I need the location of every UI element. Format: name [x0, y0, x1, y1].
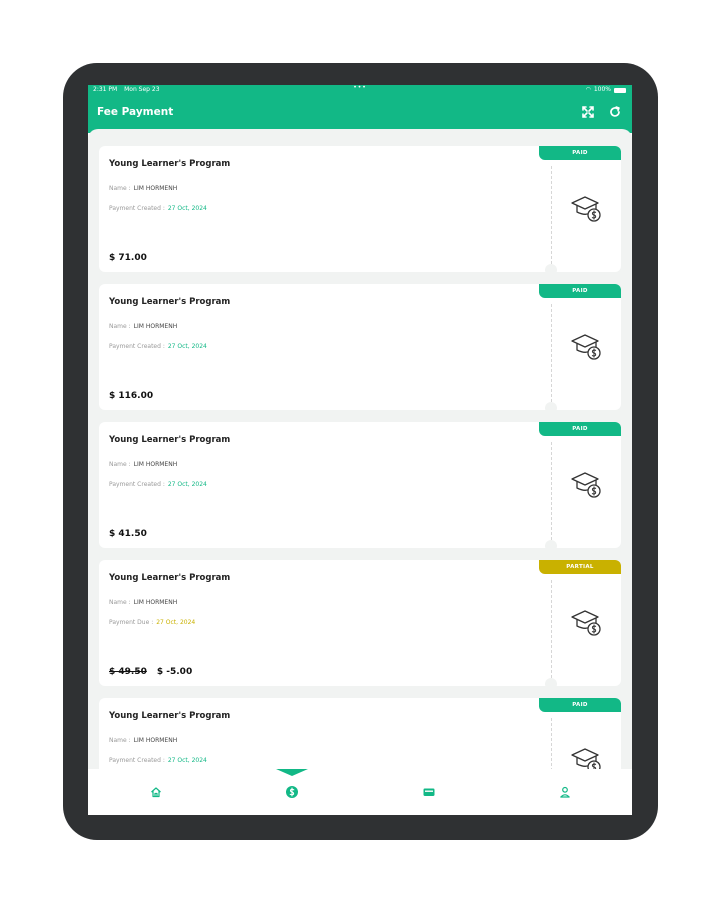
battery-percent: 100% — [593, 86, 611, 93]
graduation-cap-dollar-icon — [571, 610, 601, 636]
battery-icon — [614, 87, 626, 93]
expand-icon[interactable] — [581, 105, 595, 119]
program-title: Young Learner's Program — [109, 297, 231, 307]
ticket-divider — [551, 718, 552, 769]
app-header: 2:31 PM Mon Sep 23 ••• ◠ 100% Fee Paymen… — [88, 85, 632, 133]
bottom-nav — [88, 769, 632, 815]
refresh-icon[interactable] — [608, 105, 622, 119]
status-bar: 2:31 PM Mon Sep 23 ••• ◠ 100% — [88, 85, 632, 95]
program-title: Young Learner's Program — [109, 711, 231, 721]
fee-card[interactable]: Young Learner's Program Name : LIM HORMEN… — [99, 284, 621, 414]
ticket-divider — [551, 304, 552, 402]
ticket-notch — [545, 540, 557, 552]
fee-card[interactable]: Young Learner's Program Name : LIM HORMEN… — [99, 146, 621, 276]
ticket-divider — [551, 442, 552, 540]
ticket-divider — [551, 166, 552, 264]
profile-icon[interactable] — [558, 785, 572, 799]
fee-amount: $ 49.50 $ -5.00 — [109, 667, 193, 677]
student-name: Name : LIM HORMENH — [109, 461, 178, 468]
ticket-divider — [551, 580, 552, 678]
status-time: 2:31 PM — [93, 86, 118, 93]
status-badge: PAID — [539, 422, 621, 436]
app-screen: 2:31 PM Mon Sep 23 ••• ◠ 100% Fee Paymen… — [88, 85, 632, 815]
fee-card[interactable]: Young Learner's Program Name : LIM HORMEN… — [99, 698, 621, 769]
fee-card[interactable]: Young Learner's Program Name : LIM HORMEN… — [99, 560, 621, 690]
student-name: Name : LIM HORMENH — [109, 323, 178, 330]
active-tab-indicator — [276, 769, 308, 776]
payment-date: Payment Created :27 Oct, 2024 — [109, 343, 207, 350]
payment-due-date: Payment Due :27 Oct, 2024 — [109, 619, 196, 626]
payment-date: Payment Created :27 Oct, 2024 — [109, 205, 207, 212]
fee-list[interactable]: Young Learner's Program Name : LIM HORMEN… — [88, 129, 632, 769]
wifi-icon: ◠ — [585, 86, 591, 93]
status-date: Mon Sep 23 — [124, 86, 160, 93]
page-title: Fee Payment — [97, 106, 174, 118]
multitask-dots[interactable]: ••• — [353, 85, 367, 93]
ticket-notch — [545, 678, 557, 690]
fee-amount: $ 116.00 — [109, 391, 154, 401]
home-icon[interactable] — [149, 785, 163, 799]
ticket-notch — [545, 402, 557, 414]
student-name: Name : LIM HORMENH — [109, 737, 178, 744]
status-badge: PAID — [539, 146, 621, 160]
status-badge: PAID — [539, 284, 621, 298]
ticket-notch — [545, 264, 557, 276]
payment-date: Payment Created :27 Oct, 2024 — [109, 757, 207, 764]
program-title: Young Learner's Program — [109, 573, 231, 583]
graduation-cap-dollar-icon — [571, 472, 601, 498]
original-amount: $ 49.50 — [109, 667, 147, 677]
graduation-cap-dollar-icon — [571, 748, 601, 769]
payment-date: Payment Created :27 Oct, 2024 — [109, 481, 207, 488]
student-name: Name : LIM HORMENH — [109, 185, 178, 192]
status-badge: PARTIAL — [539, 560, 621, 574]
fee-amount: $ 41.50 — [109, 529, 147, 539]
graduation-cap-dollar-icon — [571, 334, 601, 360]
graduation-cap-dollar-icon — [571, 196, 601, 222]
card-icon[interactable] — [422, 785, 436, 799]
program-title: Young Learner's Program — [109, 159, 231, 169]
student-name: Name : LIM HORMENH — [109, 599, 178, 606]
program-title: Young Learner's Program — [109, 435, 231, 445]
dollar-coin-icon[interactable] — [285, 785, 299, 799]
status-badge: PAID — [539, 698, 621, 712]
fee-card[interactable]: Young Learner's Program Name : LIM HORMEN… — [99, 422, 621, 552]
fee-amount: $ 71.00 — [109, 253, 147, 263]
